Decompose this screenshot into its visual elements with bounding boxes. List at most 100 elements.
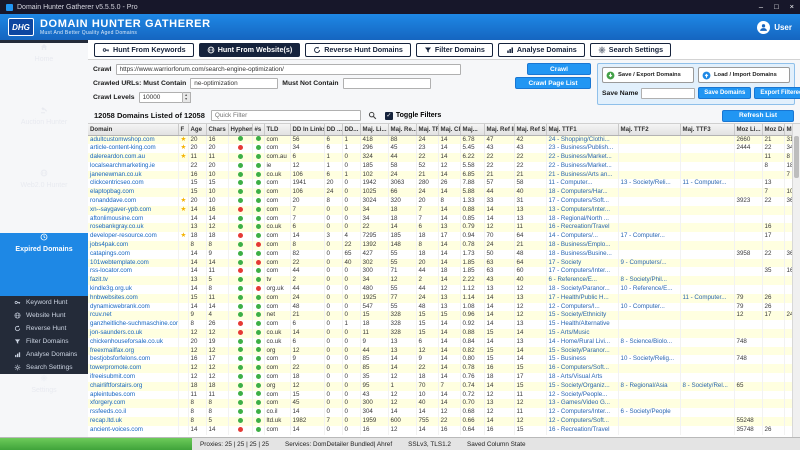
table-row[interactable]: catapings.com149com820654275518141.73504… xyxy=(88,250,798,259)
sidebar-item-keyword-hunt[interactable]: Keyword Hunt xyxy=(0,296,88,309)
table-row[interactable]: adultcustomwshop.com★2016com566141888241… xyxy=(88,135,798,144)
maximize-button[interactable]: □ xyxy=(774,3,779,11)
table-row[interactable]: chickenhouseforsale.co.uk2019co.uk600913… xyxy=(88,338,798,347)
column-header-maj-li[interactable]: Maj. Li... xyxy=(360,124,388,135)
table-row[interactable]: ancient-voices.com1414com1400161214160.6… xyxy=(88,426,798,435)
column-header-maj-ttf1[interactable]: Maj. TTF1 xyxy=(546,124,618,135)
tab-hunt-from-website-s[interactable]: Hunt From Website(s) xyxy=(199,43,301,57)
crawl-button[interactable]: Crawl xyxy=(527,63,591,75)
domain-link[interactable]: rcuv.net xyxy=(90,311,112,318)
toggle-filters-checkbox[interactable]: ✓ Toggle Filters xyxy=(385,112,441,120)
table-row[interactable]: fazit.tv135tv20034122142.2243406 - Refer… xyxy=(88,276,798,285)
domain-link[interactable]: jobs4pak.com xyxy=(90,241,128,248)
sidebar-item-website-hunt[interactable]: Website Hunt xyxy=(0,309,88,322)
crawl-levels-input[interactable] xyxy=(139,92,183,103)
domain-link[interactable]: developer-resource.com xyxy=(90,232,157,239)
domain-link[interactable]: hnbwebsites.com xyxy=(90,294,138,301)
table-row[interactable]: jon-saunders.co.uk1212co.uk1400113281514… xyxy=(88,329,798,338)
table-row[interactable]: clickcentricseo.com1515com19412001942306… xyxy=(88,179,798,188)
column-header-maj-re[interactable]: Maj. Re... xyxy=(388,124,416,135)
table-row[interactable]: ronanddave.com★2010com208030243202081.33… xyxy=(88,197,798,206)
domain-link[interactable]: chickenhouseforsale.co.uk xyxy=(90,338,163,345)
table-row[interactable]: 101webtemplate.com1414com220403025520141… xyxy=(88,259,798,268)
save-name-input[interactable] xyxy=(641,88,695,99)
column-header-maj-cf[interactable]: Maj. CF xyxy=(438,124,460,135)
minimize-button[interactable]: – xyxy=(759,3,763,11)
domain-link[interactable]: janenewman.co.uk xyxy=(90,171,142,178)
domain-link[interactable]: apleintubes.com xyxy=(90,391,135,398)
domain-link[interactable]: towerpromote.com xyxy=(90,364,141,371)
crawl-url-input[interactable] xyxy=(116,64,461,75)
tab-reverse-hunt-domains[interactable]: Reverse Hunt Domains xyxy=(305,43,411,57)
vertical-scrollbar[interactable] xyxy=(792,124,800,437)
close-button[interactable]: × xyxy=(790,3,794,11)
domain-link[interactable]: freexmailfax.org xyxy=(90,347,134,354)
column-header-dd[interactable]: DD ... xyxy=(324,124,342,135)
domain-link[interactable]: adultcustomwshop.com xyxy=(90,136,155,143)
star-icon[interactable]: ★ xyxy=(181,144,187,151)
sidebar-item-analyse-domains[interactable]: Analyse Domains xyxy=(0,348,88,361)
sidebar-item-expired-domains[interactable]: Expired Domains xyxy=(0,233,88,296)
sidebar-item-auction-hunter[interactable]: Auction Hunter xyxy=(0,106,88,169)
table-row[interactable]: rss-locator.com1411com44003007144181.856… xyxy=(88,267,798,276)
column-header-tld[interactable]: TLD xyxy=(264,124,290,135)
tab-analyse-domains[interactable]: Analyse Domains xyxy=(498,43,585,57)
table-row[interactable]: rcuv.net94net21001532815150.96141215 - S… xyxy=(88,311,798,320)
must-not-contain-input[interactable] xyxy=(343,78,431,89)
column-header-maj-ref-su[interactable]: Maj. Ref Su... xyxy=(514,124,546,135)
table-row[interactable]: rosebankgray.co.uk1312co.uk60022146130.7… xyxy=(88,223,798,232)
domain-link[interactable]: kindle3g.org.uk xyxy=(90,285,132,292)
star-icon[interactable]: ★ xyxy=(181,206,187,213)
table-row[interactable]: xforgery.com88com45003001240140.70131213… xyxy=(88,399,798,408)
domain-link[interactable]: fazit.tv xyxy=(90,276,108,283)
table-row[interactable]: hnbwebsites.com1511com240019257724131.14… xyxy=(88,294,798,303)
domain-link[interactable]: dalereardon.com.au xyxy=(90,153,145,160)
column-header-maj-ref-ips[interactable]: Maj. Ref IPs xyxy=(484,124,514,135)
table-row[interactable]: ganzheitliche-suchmaschine.com826com6011… xyxy=(88,320,798,329)
domain-link[interactable]: rosebankgray.co.uk xyxy=(90,223,144,230)
column-header-maj-ttf2[interactable]: Maj. TTF2 xyxy=(618,124,680,135)
table-row[interactable]: recap.ltd.uk85ltd.uk1982701959600755220.… xyxy=(88,417,798,426)
save-domains-button[interactable]: Save Domains xyxy=(698,87,751,99)
domain-link[interactable]: jon-saunders.co.uk xyxy=(90,329,142,336)
domain-link[interactable]: xforgery.com xyxy=(90,399,125,406)
column-header-age[interactable]: Age xyxy=(188,124,206,135)
table-row[interactable]: ifreeisubmit.com1212com1800351218140.761… xyxy=(88,373,798,382)
table-row[interactable]: janenewman.co.uk1610co.uk106611022421146… xyxy=(88,171,798,180)
star-icon[interactable]: ★ xyxy=(181,232,187,239)
table-row[interactable]: jobs4pak.com88com802213921488140.7824211… xyxy=(88,241,798,250)
column-header-maj-tf[interactable]: Maj. TF xyxy=(416,124,438,135)
user-menu[interactable]: User xyxy=(757,21,792,34)
table-row[interactable]: article-content-king.com★2020com34612964… xyxy=(88,144,798,153)
domain-link[interactable]: rssfeeds.co.il xyxy=(90,408,126,415)
domain-link[interactable]: chairliftforstairs.org xyxy=(90,382,142,389)
table-row[interactable]: rssfeeds.co.il88co.il14003041414120.6812… xyxy=(88,408,798,417)
table-row[interactable]: localsearchmarketing.ie2220ie12101855852… xyxy=(88,162,798,171)
save-export-button[interactable]: Save / Export Domains xyxy=(602,67,694,83)
domain-link[interactable]: clickcentricseo.com xyxy=(90,179,144,186)
scrollbar-thumb[interactable] xyxy=(794,136,799,178)
domain-link[interactable]: ifreeisubmit.com xyxy=(90,373,135,380)
quick-filter-input[interactable] xyxy=(211,110,361,121)
load-import-button[interactable]: Load / Import Domains xyxy=(698,67,790,83)
domain-link[interactable]: recap.ltd.uk xyxy=(90,417,122,424)
star-icon[interactable]: ★ xyxy=(181,153,187,160)
sidebar-item-reverse-hunt[interactable]: Reverse Hunt xyxy=(0,322,88,335)
column-header-s[interactable]: #s xyxy=(252,124,264,135)
column-header-maj[interactable]: Maj... xyxy=(460,124,484,135)
column-header-dd-in-links[interactable]: DD In Links xyxy=(290,124,324,135)
sidebar-item-home[interactable]: Home xyxy=(0,43,88,106)
table-row[interactable]: freexmailfax.org1212org1200441312140.821… xyxy=(88,347,798,356)
table-row[interactable]: developer-resource.com★1818com1434729518… xyxy=(88,232,798,241)
table-row[interactable]: kindle3g.org.uk148org.uk44004805544121.1… xyxy=(88,285,798,294)
column-header-domain[interactable]: Domain xyxy=(88,124,178,135)
sidebar-item-web2-0-hunter[interactable]: Web2.0 Hunter xyxy=(0,169,88,232)
table-row[interactable]: dalereardon.com.au★1111com.au61032444221… xyxy=(88,153,798,162)
domain-link[interactable]: 101webtemplate.com xyxy=(90,259,149,266)
domain-link[interactable]: ancient-voices.com xyxy=(90,426,143,433)
domain-link[interactable]: rss-locator.com xyxy=(90,267,132,274)
spinner-buttons[interactable]: ▲▼ xyxy=(183,92,191,103)
domain-link[interactable]: dynamicwebrank.com xyxy=(90,303,150,310)
table-row[interactable]: towerpromote.com1212com2200851422140.781… xyxy=(88,364,798,373)
domain-link[interactable]: aftonlimousine.com xyxy=(90,215,143,222)
